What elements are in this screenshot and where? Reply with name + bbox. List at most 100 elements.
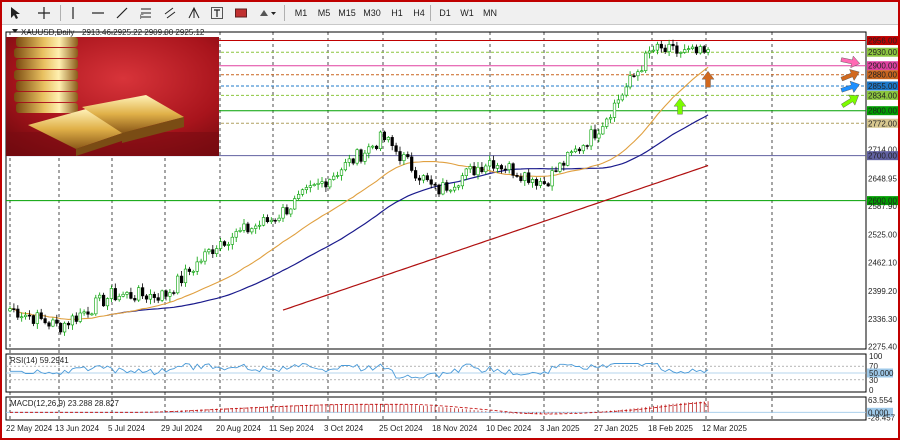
- horizontal-line-tool-button[interactable]: [90, 4, 106, 22]
- timeframe-w1-button[interactable]: W1: [456, 6, 478, 20]
- candle-body: [20, 316, 24, 319]
- candle-body: [183, 268, 188, 284]
- candle-body: [679, 52, 683, 54]
- candle-body: [137, 287, 141, 301]
- candle-body: [569, 151, 574, 154]
- candle-body: [452, 186, 457, 191]
- candle-body: [144, 295, 149, 300]
- candle-body: [351, 158, 355, 164]
- candle-body: [394, 145, 398, 152]
- trendline-tool-button[interactable]: [114, 4, 130, 22]
- candle-body: [480, 166, 484, 173]
- pitchfork-tool-button[interactable]: [186, 4, 202, 22]
- crosshair-tool-button[interactable]: [36, 4, 52, 22]
- price-axis-label: 2772.00: [868, 119, 897, 128]
- candle-body: [511, 163, 515, 176]
- timeframe-mn-button[interactable]: MN: [479, 6, 501, 20]
- vertical-line-icon: [72, 7, 74, 19]
- timeframe-m5-button[interactable]: M5: [313, 6, 335, 20]
- candle-body: [495, 165, 500, 169]
- candle-body: [12, 308, 16, 310]
- rectangle-icon: [235, 8, 247, 18]
- candle-body: [211, 249, 215, 255]
- candle-body: [706, 49, 710, 53]
- candle-body: [445, 182, 449, 191]
- candle-body: [624, 86, 628, 96]
- shapes-menu-button[interactable]: [256, 4, 278, 22]
- candle-body: [281, 207, 285, 219]
- price-axis-label: 2930.00: [868, 48, 897, 57]
- candle-body: [304, 187, 309, 191]
- candle-body: [632, 75, 636, 77]
- candle-body: [554, 170, 558, 172]
- candle-body: [16, 308, 20, 318]
- timeframe-m15-button[interactable]: M15: [336, 6, 358, 20]
- candle-body: [320, 181, 324, 184]
- candle-body: [612, 102, 617, 118]
- cursor-tool-button[interactable]: [8, 4, 22, 22]
- timeframe-m30-button[interactable]: M30: [361, 6, 383, 20]
- candle-body: [421, 175, 426, 181]
- text-tool-button[interactable]: [210, 4, 224, 22]
- candle-body: [296, 193, 301, 199]
- chart-window: F M1 M5 M15 M30 H1 H4 D1 W1 MN 2956.00 2930.00 290…: [0, 0, 900, 440]
- candle-body: [222, 241, 227, 246]
- candle-body: [433, 183, 437, 186]
- candle-body: [647, 50, 652, 54]
- candle-body: [339, 169, 344, 176]
- macd-axis-label: 63.554: [868, 396, 893, 405]
- candle-body: [312, 184, 316, 186]
- candle-body: [43, 318, 47, 324]
- candle-body: [269, 219, 273, 223]
- rectangle-tool-button[interactable]: [234, 4, 248, 22]
- candle-body: [109, 288, 113, 299]
- candle-body: [285, 207, 289, 215]
- candle-body: [468, 166, 472, 170]
- candle-body: [382, 131, 387, 141]
- candle-body: [74, 315, 78, 322]
- candle-body: [230, 236, 234, 245]
- timeframe-h4-button[interactable]: H4: [408, 6, 430, 20]
- candle-body: [254, 225, 258, 229]
- candle-body: [363, 152, 367, 162]
- candle-body: [476, 166, 480, 176]
- vertical-line-tool-button[interactable]: [66, 4, 80, 22]
- macd-label: MACD(12,26,9) 23.288 28.827: [10, 399, 120, 408]
- candle-body: [690, 46, 695, 49]
- candle-body: [398, 151, 402, 162]
- timeframe-h1-button[interactable]: H1: [386, 6, 408, 20]
- fibonacci-tool-button[interactable]: F: [138, 4, 154, 22]
- candle-body: [530, 179, 535, 183]
- channel-tool-button[interactable]: [162, 4, 178, 22]
- chart-toolbar: F M1 M5 M15 M30 H1 H4 D1 W1 MN: [2, 2, 898, 25]
- price-axis-label: 2880.00: [868, 71, 897, 80]
- candle-body: [328, 179, 332, 188]
- candle-body: [187, 268, 192, 272]
- date-axis-label: 3 Oct 2024: [324, 424, 364, 433]
- rsi-axis-label: 0: [869, 386, 874, 395]
- candle-body: [246, 223, 250, 233]
- candle-body: [429, 179, 433, 185]
- candle-body: [515, 175, 519, 177]
- date-axis-label: 12 Mar 2025: [702, 424, 747, 433]
- candle-body: [694, 46, 698, 54]
- candle-body: [117, 295, 121, 301]
- candle-body: [425, 175, 429, 181]
- crosshair-icon: [38, 7, 50, 19]
- candle-body: [484, 165, 488, 173]
- toolbar-separator: [284, 5, 285, 21]
- timeframe-d1-button[interactable]: D1: [434, 6, 456, 20]
- candle-body: [636, 71, 640, 77]
- timeframe-m1-button[interactable]: M1: [290, 6, 312, 20]
- candle-body: [507, 163, 511, 170]
- candle-body: [195, 261, 199, 272]
- candle-body: [300, 189, 305, 195]
- candle-body: [374, 145, 379, 149]
- date-axis-label: 13 Jun 2024: [55, 424, 100, 433]
- candle-body: [156, 297, 160, 301]
- shapes-dropdown-icon: [260, 10, 276, 16]
- candle-body: [152, 294, 156, 298]
- gold-bars-photo: [6, 37, 219, 156]
- horizontal-line-icon: [92, 12, 104, 14]
- candle-body: [207, 249, 211, 253]
